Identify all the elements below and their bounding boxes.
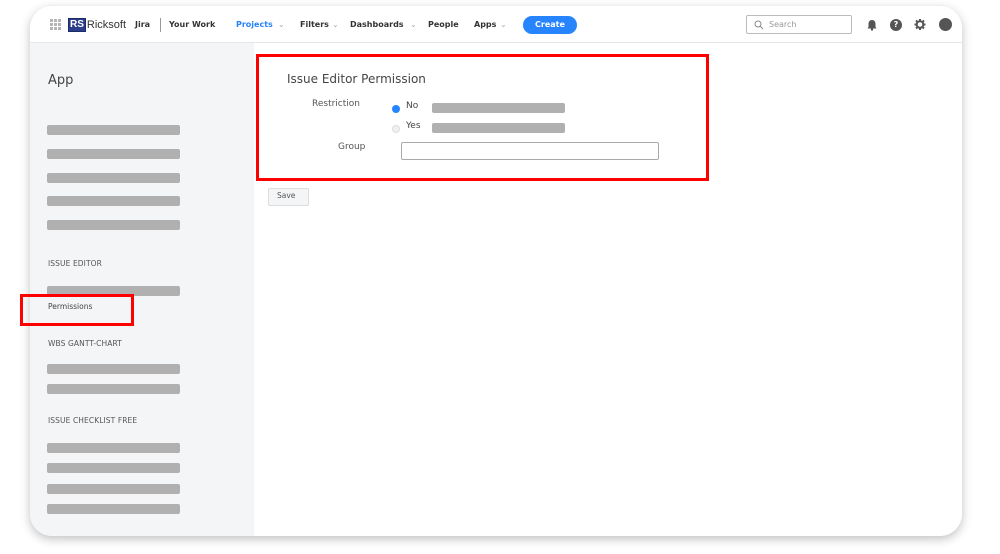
sidebar-item-placeholder[interactable] bbox=[47, 484, 180, 494]
nav-divider bbox=[160, 6, 161, 43]
top-navigation: RS Ricksoft Jira Your Work Projects ⌄ Fi… bbox=[30, 6, 962, 43]
sidebar-heading-issue-checklist-free: ISSUE CHECKLIST FREE bbox=[48, 416, 138, 425]
ricksoft-logo[interactable]: RS Ricksoft bbox=[68, 6, 126, 43]
create-button-wrap: Create bbox=[523, 6, 577, 43]
nav-people[interactable]: People bbox=[428, 6, 459, 43]
sidebar-heading-issue-editor: ISSUE EDITOR bbox=[48, 259, 102, 268]
sidebar-item-placeholder[interactable] bbox=[47, 149, 180, 159]
sidebar-item-placeholder[interactable] bbox=[47, 125, 180, 135]
sidebar-heading-wbs-gantt-chart: WBS GANTT-CHART bbox=[48, 339, 122, 348]
sidebar-item-placeholder[interactable] bbox=[47, 173, 180, 183]
search-wrap: Search bbox=[746, 6, 852, 43]
highlight-box-form bbox=[256, 54, 709, 181]
avatar-wrap bbox=[939, 6, 952, 43]
sidebar-item-placeholder[interactable] bbox=[47, 443, 180, 453]
nav-jira[interactable]: Jira bbox=[135, 6, 150, 43]
search-icon bbox=[754, 20, 764, 29]
search-placeholder: Search bbox=[769, 20, 797, 29]
sidebar: App ISSUE EDITOR Permissions WBS GANTT-C… bbox=[30, 43, 254, 536]
nav-filters[interactable]: Filters bbox=[300, 6, 329, 43]
nav-apps[interactable]: Apps bbox=[474, 6, 496, 43]
chevron-down-icon[interactable]: ⌄ bbox=[500, 6, 507, 43]
settings-gear-icon[interactable] bbox=[914, 6, 926, 43]
sidebar-title: App bbox=[48, 73, 74, 88]
chevron-down-icon[interactable]: ⌄ bbox=[410, 6, 417, 43]
user-avatar[interactable] bbox=[939, 18, 952, 31]
highlight-box-permissions bbox=[20, 294, 134, 326]
notification-bell-icon[interactable] bbox=[866, 6, 878, 43]
help-icon[interactable]: ? bbox=[890, 6, 902, 43]
search-input[interactable]: Search bbox=[746, 15, 852, 34]
nav-your-work[interactable]: Your Work bbox=[169, 6, 215, 43]
save-button[interactable]: Save bbox=[268, 188, 309, 206]
logo-text: Ricksoft bbox=[86, 18, 127, 31]
create-button[interactable]: Create bbox=[523, 15, 577, 34]
sidebar-item-placeholder[interactable] bbox=[47, 504, 180, 514]
nav-dashboards[interactable]: Dashboards bbox=[350, 6, 404, 43]
sidebar-item-placeholder[interactable] bbox=[47, 220, 180, 230]
sidebar-item-placeholder[interactable] bbox=[47, 364, 180, 374]
sidebar-item-placeholder[interactable] bbox=[47, 196, 180, 206]
chevron-down-icon[interactable]: ⌄ bbox=[278, 6, 285, 43]
sidebar-item-placeholder[interactable] bbox=[47, 384, 180, 394]
sidebar-item-placeholder[interactable] bbox=[47, 463, 180, 473]
logo-badge: RS bbox=[68, 17, 86, 32]
app-switcher-icon[interactable] bbox=[50, 6, 62, 43]
chevron-down-icon[interactable]: ⌄ bbox=[332, 6, 339, 43]
nav-projects[interactable]: Projects bbox=[236, 6, 273, 43]
